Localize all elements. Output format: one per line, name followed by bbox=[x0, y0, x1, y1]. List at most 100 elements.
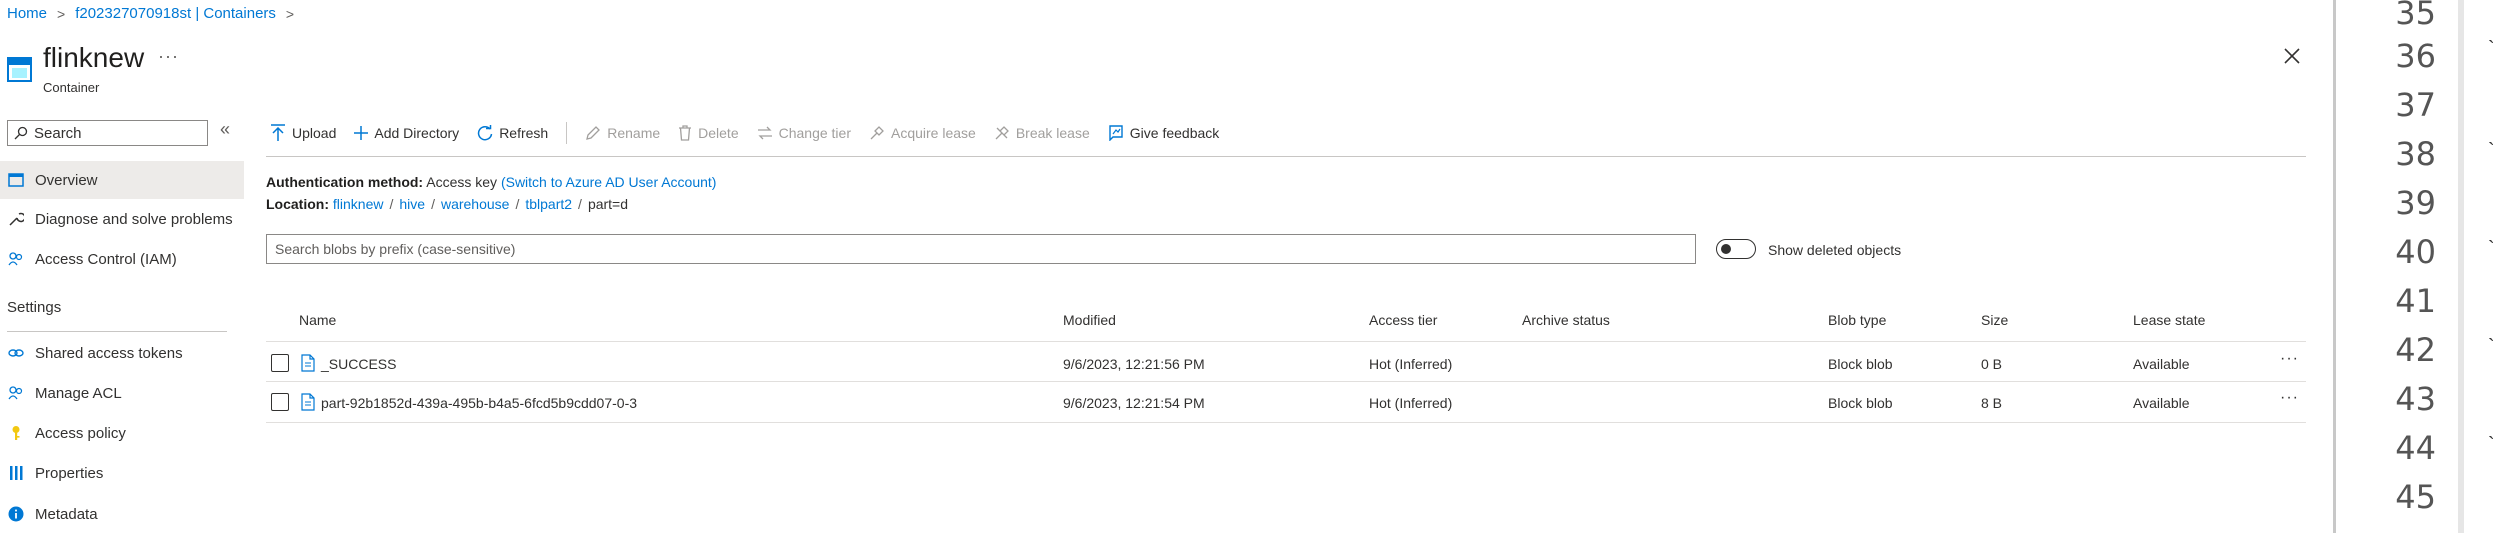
breadcrumb-home[interactable]: Home bbox=[7, 5, 47, 22]
location-link-warehouse[interactable]: warehouse bbox=[441, 196, 510, 212]
show-deleted-toggle[interactable] bbox=[1716, 239, 1756, 259]
edit-marker: ` bbox=[2488, 434, 2493, 456]
location-link-hive[interactable]: hive bbox=[399, 196, 425, 212]
settings-section-header: Settings bbox=[7, 299, 62, 316]
change-tier-icon bbox=[757, 126, 772, 140]
people-icon bbox=[7, 250, 25, 268]
line-number: 44 bbox=[2395, 429, 2436, 467]
sidebar-item-properties[interactable]: Properties bbox=[0, 454, 244, 492]
trash-icon bbox=[679, 125, 692, 141]
sidebar-item-access-control[interactable]: Access Control (IAM) bbox=[0, 240, 244, 278]
cell-lease-state: Available bbox=[2133, 395, 2190, 411]
key-icon bbox=[7, 424, 25, 442]
line-number: 39 bbox=[2395, 184, 2436, 222]
row-checkbox[interactable] bbox=[271, 354, 289, 372]
sidebar-item-manage-acl[interactable]: Manage ACL bbox=[0, 374, 244, 412]
path-separator: / bbox=[389, 196, 394, 212]
sidebar-item-label: Access Control (IAM) bbox=[35, 250, 177, 268]
wrench-icon bbox=[7, 210, 25, 228]
upload-icon bbox=[271, 124, 285, 141]
line-number: 35 bbox=[2395, 0, 2436, 32]
cell-lease-state: Available bbox=[2133, 356, 2190, 372]
divider bbox=[266, 341, 2306, 342]
close-icon[interactable] bbox=[2280, 44, 2304, 68]
column-header-archive-status[interactable]: Archive status bbox=[1522, 312, 1610, 328]
sidebar-item-label: Properties bbox=[35, 464, 104, 482]
upload-label: Upload bbox=[292, 125, 337, 141]
sidebar-item-label: Diagnose and solve problems bbox=[35, 210, 233, 228]
location-current: part=d bbox=[587, 196, 629, 212]
column-header-name[interactable]: Name bbox=[299, 312, 336, 328]
refresh-button[interactable]: Refresh bbox=[477, 125, 548, 141]
blob-prefix-search-input[interactable]: Search blobs by prefix (case-sensitive) bbox=[266, 234, 1696, 264]
editor-scrollbar[interactable] bbox=[2458, 0, 2464, 533]
container-icon bbox=[7, 57, 32, 82]
acquire-lease-button[interactable]: Acquire lease bbox=[869, 125, 976, 141]
file-icon bbox=[301, 354, 315, 372]
path-separator: / bbox=[515, 196, 520, 212]
properties-icon bbox=[7, 464, 25, 482]
info-icon bbox=[7, 505, 25, 523]
change-tier-label: Change tier bbox=[778, 125, 851, 141]
sidebar-item-diagnose[interactable]: Diagnose and solve problems bbox=[0, 200, 244, 238]
location-path: Location: flinknew / hive / warehouse / tblpar… bbox=[266, 196, 628, 212]
row-checkbox[interactable] bbox=[271, 393, 289, 411]
break-lease-label: Break lease bbox=[1015, 125, 1090, 141]
lease-icon bbox=[870, 126, 884, 140]
divider bbox=[266, 156, 2306, 157]
breadcrumb: Home > f202327070918st | Containers > bbox=[7, 5, 294, 22]
collapse-sidebar-icon[interactable]: « bbox=[220, 119, 230, 140]
sidebar-item-overview[interactable]: Overview bbox=[0, 161, 244, 199]
chevron-right-icon: > bbox=[285, 5, 295, 22]
location-link-container[interactable]: flinknew bbox=[333, 196, 384, 212]
cell-blob-type: Block blob bbox=[1828, 395, 1893, 411]
sidebar-item-shared-access-tokens[interactable]: Shared access tokens bbox=[0, 334, 244, 372]
sidebar-search-input[interactable]: Search bbox=[7, 120, 208, 146]
divider bbox=[266, 381, 2306, 382]
more-options-icon[interactable]: ··· bbox=[158, 46, 179, 67]
column-header-modified[interactable]: Modified bbox=[1063, 312, 1116, 328]
cell-blob-type: Block blob bbox=[1828, 356, 1893, 372]
cell-access-tier: Hot (Inferred) bbox=[1369, 356, 1453, 372]
delete-label: Delete bbox=[698, 125, 739, 141]
plus-icon bbox=[354, 126, 369, 140]
line-number: 36 bbox=[2395, 37, 2436, 75]
path-separator: / bbox=[431, 196, 435, 212]
add-directory-button[interactable]: Add Directory bbox=[354, 125, 459, 141]
cell-size: 8 B bbox=[1981, 395, 2003, 411]
cell-modified: 9/6/2023, 12:21:54 PM bbox=[1063, 395, 1205, 411]
blob-name-link[interactable]: _SUCCESS bbox=[321, 356, 396, 372]
line-number: 37 bbox=[2395, 86, 2436, 124]
line-number: 40 bbox=[2395, 233, 2436, 271]
line-number: 42 bbox=[2395, 331, 2436, 369]
row-more-options-icon[interactable]: ··· bbox=[2280, 350, 2299, 368]
rename-button[interactable]: Rename bbox=[585, 125, 660, 141]
edit-marker: ` bbox=[2488, 140, 2493, 162]
divider bbox=[7, 331, 227, 332]
column-header-size[interactable]: Size bbox=[1981, 312, 2008, 328]
location-link-table[interactable]: tblpart2 bbox=[525, 196, 572, 212]
sidebar-item-metadata[interactable]: Metadata bbox=[0, 495, 244, 533]
give-feedback-button[interactable]: Give feedback bbox=[1108, 125, 1219, 141]
edit-marker: ` bbox=[2488, 38, 2493, 60]
cell-modified: 9/6/2023, 12:21:56 PM bbox=[1063, 356, 1205, 372]
breadcrumb-containers[interactable]: f202327070918st | Containers bbox=[75, 5, 276, 22]
blob-name-link[interactable]: part-92b1852d-439a-495b-b4a5-6fcd5b9cdd0… bbox=[321, 395, 637, 411]
upload-button[interactable]: Upload bbox=[270, 124, 336, 142]
delete-button[interactable]: Delete bbox=[678, 125, 739, 141]
edit-marker: ` bbox=[2488, 238, 2493, 260]
refresh-icon bbox=[478, 125, 493, 141]
column-header-access-tier[interactable]: Access tier bbox=[1369, 312, 1437, 328]
column-header-lease-state[interactable]: Lease state bbox=[2133, 312, 2205, 328]
switch-auth-link[interactable]: (Switch to Azure AD User Account) bbox=[501, 174, 717, 190]
column-header-blob-type[interactable]: Blob type bbox=[1828, 312, 1886, 328]
sidebar-item-access-policy[interactable]: Access policy bbox=[0, 414, 244, 452]
sidebar-item-label: Metadata bbox=[35, 505, 98, 523]
search-icon bbox=[14, 126, 28, 140]
break-lease-button[interactable]: Break lease bbox=[994, 125, 1090, 141]
location-label: Location: bbox=[266, 196, 329, 212]
chevron-right-icon: > bbox=[57, 5, 66, 22]
row-more-options-icon[interactable]: ··· bbox=[2280, 389, 2299, 407]
change-tier-button[interactable]: Change tier bbox=[757, 125, 851, 141]
auth-label: Authentication method: bbox=[266, 174, 424, 190]
